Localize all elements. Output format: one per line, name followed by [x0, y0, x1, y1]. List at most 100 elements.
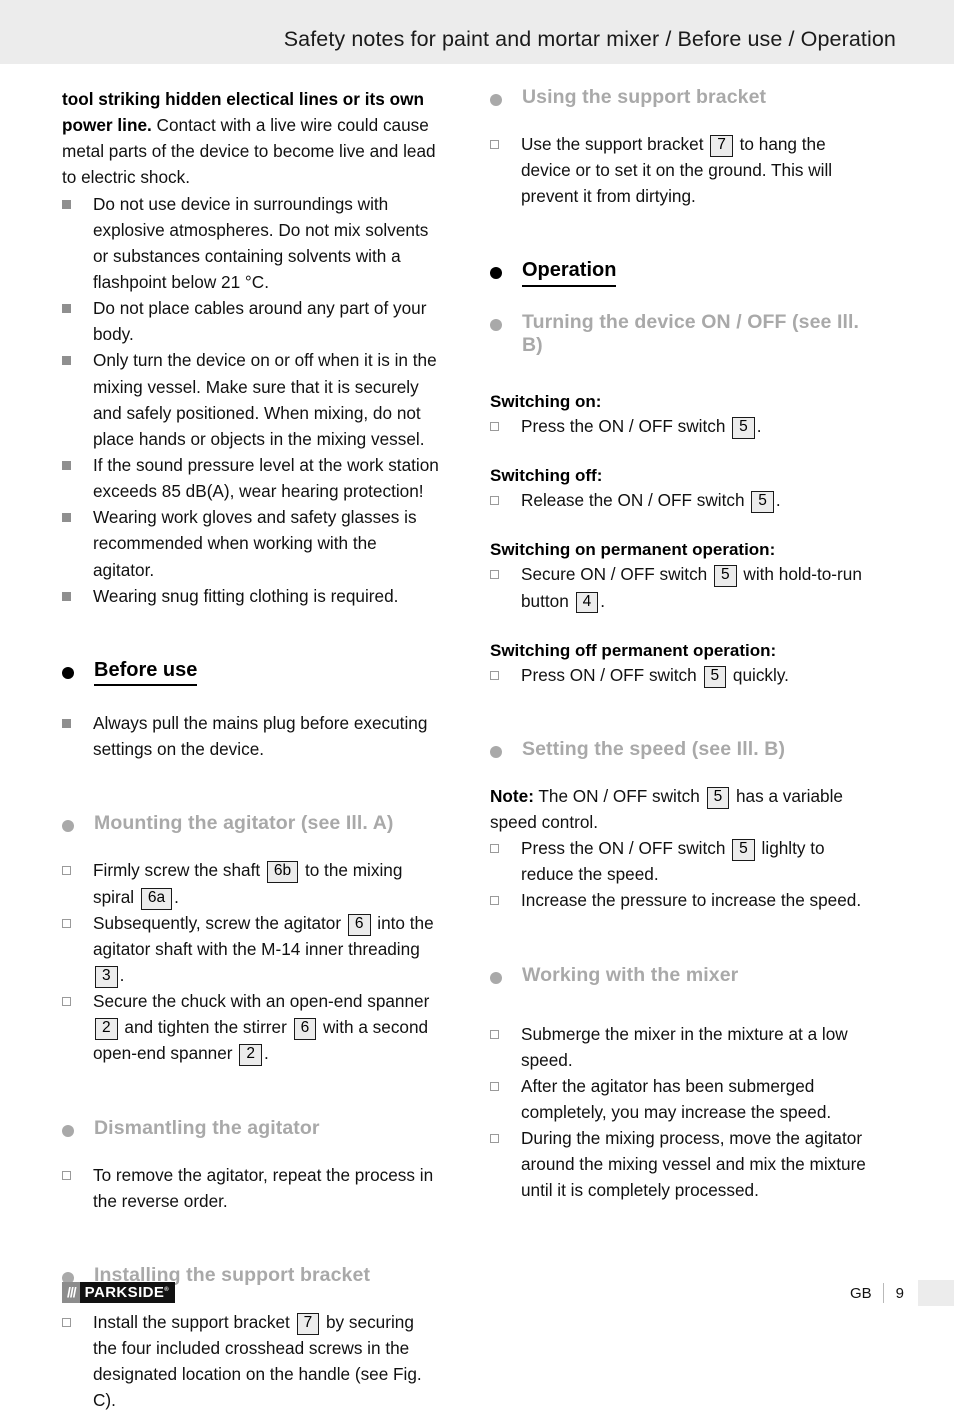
list-item-text: Press the ON / OFF switch 5 lighlty to r… — [521, 838, 825, 885]
section-heading-dismantling-agitator: Dismantling the agitator — [62, 1117, 442, 1140]
parkside-logo: /// PARKSIDE® — [62, 1282, 176, 1303]
section-title: Working with the mixer — [522, 963, 739, 986]
list-item-text: Do not use device in surroundings with e… — [93, 193, 429, 292]
page-number: 9 — [895, 1284, 904, 1302]
gray-dot-icon — [62, 1124, 74, 1137]
list-item-text: Always pull the mains plug before execut… — [93, 713, 428, 760]
list-item-text: Submerge the mixer in the mixture at a l… — [521, 1023, 848, 1070]
section-title: Dismantling the agitator — [94, 1116, 320, 1139]
hollow-square-bullet-icon — [490, 1125, 521, 1144]
filled-square-bullet-icon — [62, 295, 93, 314]
list-item-text: Wearing snug fitting clothing is require… — [93, 585, 399, 606]
section-title: Setting the speed (see Ill. B) — [522, 737, 786, 760]
registered-mark-icon: ® — [164, 1287, 170, 1293]
gray-dot-icon — [490, 971, 502, 984]
black-dot-icon — [62, 666, 74, 679]
footer-color-block — [918, 1280, 954, 1306]
part-reference-box: 2 — [239, 1044, 262, 1067]
hollow-square-bullet-icon — [490, 1073, 521, 1091]
setting-speed-list: Press the ON / OFF switch 5 lighlty to r… — [490, 835, 870, 913]
filled-square-bullet-icon — [62, 452, 93, 470]
section-heading-working-with-mixer: Working with the mixer — [490, 964, 870, 987]
left-column: tool striking hidden electical lines or … — [62, 86, 442, 1413]
hollow-square-bullet-icon — [490, 887, 521, 906]
part-reference-box: 5 — [751, 491, 774, 514]
part-reference-box: 5 — [703, 665, 727, 688]
hollow-square-bullet-icon — [490, 835, 521, 854]
list-item-text: Release the ON / OFF switch 5. — [521, 487, 870, 514]
section-title: Using the support bracket — [522, 86, 767, 108]
list-item: Press the ON / OFF switch 5. — [490, 413, 870, 439]
list-item-text: During the mixing process, move the agit… — [521, 1128, 866, 1201]
hollow-square-bullet-icon — [490, 662, 521, 680]
hollow-square-bullet-icon — [490, 487, 521, 506]
filled-square-bullet-icon — [62, 504, 93, 523]
section-title: Operation — [522, 259, 617, 287]
list-item: Firmly screw the shaft 6b to the mixing … — [62, 857, 442, 910]
section-heading-mounting-agitator: Mounting the agitator (see Ill. A) — [62, 812, 442, 835]
right-column: Using the support bracket Use the suppor… — [490, 86, 870, 1204]
list-item: To remove the agitator, repeat the proce… — [62, 1162, 442, 1214]
warning-list: Do not use device in surroundings with e… — [62, 191, 442, 609]
list-item-text: Increase the pressure to increase the sp… — [521, 890, 862, 911]
list-item: If the sound pressure level at the work … — [62, 452, 442, 504]
filled-square-bullet-icon — [62, 583, 93, 601]
switching-on-permanent-label: Switching on permanent operation: — [490, 540, 776, 560]
hollow-square-bullet-icon — [62, 988, 93, 1007]
switching-on-label: Switching on: — [490, 391, 602, 411]
hollow-square-bullet-icon — [62, 857, 93, 876]
page-running-header: Safety notes for paint and mortar mixer … — [283, 27, 896, 51]
part-reference-box: 5 — [732, 839, 755, 862]
filled-square-bullet-icon — [62, 710, 93, 729]
list-item: Release the ON / OFF switch 5. — [490, 487, 870, 514]
list-item: After the agitator has been submerged co… — [490, 1073, 870, 1125]
mounting-list: Firmly screw the shaft 6b to the mixing … — [62, 857, 442, 1067]
list-item: Secure ON / OFF switch 5 with hold-to-ru… — [490, 561, 870, 614]
logo-text: PARKSIDE — [84, 1284, 165, 1301]
list-item: Only turn the device on or off when it i… — [62, 347, 442, 452]
list-item-text: Use the support bracket 7 to hang the de… — [521, 134, 833, 207]
switching-off-list: Release the ON / OFF switch 5. — [490, 487, 870, 514]
switching-off-permanent-label: Switching off permanent operation: — [490, 640, 777, 660]
black-dot-icon — [490, 267, 502, 280]
list-item-text: To remove the agitator, repeat the proce… — [93, 1164, 434, 1211]
part-reference-box: 2 — [95, 1018, 118, 1041]
page-footer: /// PARKSIDE® GB 9 — [0, 1274, 954, 1354]
page-body: tool striking hidden electical lines or … — [0, 64, 954, 1410]
list-item-text: Subsequently, screw the agitator 6 into … — [93, 910, 442, 988]
list-item-text: Do not place cables around any part of y… — [93, 298, 427, 345]
section-heading-using-support-bracket: Using the support bracket — [490, 86, 870, 109]
setting-speed-note: Note: The ON / OFF switch 5 has a variab… — [490, 783, 870, 835]
intro-paragraph: tool striking hidden electical lines or … — [62, 86, 442, 191]
part-reference-box: 6 — [347, 913, 371, 936]
working-list: Submerge the mixer in the mixture at a l… — [490, 1021, 870, 1204]
logo-wordmark: PARKSIDE® — [79, 1282, 176, 1303]
gray-dot-icon — [490, 94, 502, 106]
list-item-text: Secure ON / OFF switch 5 with hold-to-ru… — [521, 561, 870, 614]
list-item: During the mixing process, move the agit… — [490, 1125, 870, 1203]
list-item-text: Press the ON / OFF switch 5. — [521, 413, 870, 439]
filled-square-bullet-icon — [62, 191, 93, 209]
logo-slashes-icon: /// — [62, 1282, 80, 1303]
section-title: Turning the device ON / OFF (see Ill. B) — [522, 310, 860, 356]
list-item: Do not place cables around any part of y… — [62, 295, 442, 347]
part-reference-box: 6b — [266, 861, 299, 884]
list-item-text: After the agitator has been submerged co… — [521, 1075, 832, 1123]
hollow-square-bullet-icon — [490, 131, 521, 149]
list-item: Wearing work gloves and safety glasses i… — [62, 504, 442, 582]
list-item: Submerge the mixer in the mixture at a l… — [490, 1021, 870, 1073]
hollow-square-bullet-icon — [490, 413, 521, 431]
list-item: Use the support bracket 7 to hang the de… — [490, 131, 870, 209]
part-reference-box: 6 — [293, 1018, 317, 1041]
section-heading-setting-speed: Setting the speed (see Ill. B) — [490, 738, 870, 761]
before-use-list: Always pull the mains plug before execut… — [62, 710, 442, 762]
gray-dot-icon — [490, 318, 502, 331]
switching-off-label: Switching off: — [490, 466, 603, 486]
list-item-text: Firmly screw the shaft 6b to the mixing … — [93, 857, 442, 910]
list-item: Wearing snug fitting clothing is require… — [62, 583, 442, 609]
list-item: Press the ON / OFF switch 5 lighlty to r… — [490, 835, 870, 887]
hollow-square-bullet-icon — [490, 561, 521, 580]
section-heading-turning-on-off: Turning the device ON / OFF (see Ill. B) — [490, 311, 870, 357]
list-item-text: If the sound pressure level at the work … — [93, 454, 439, 502]
dismantling-list: To remove the agitator, repeat the proce… — [62, 1162, 442, 1214]
